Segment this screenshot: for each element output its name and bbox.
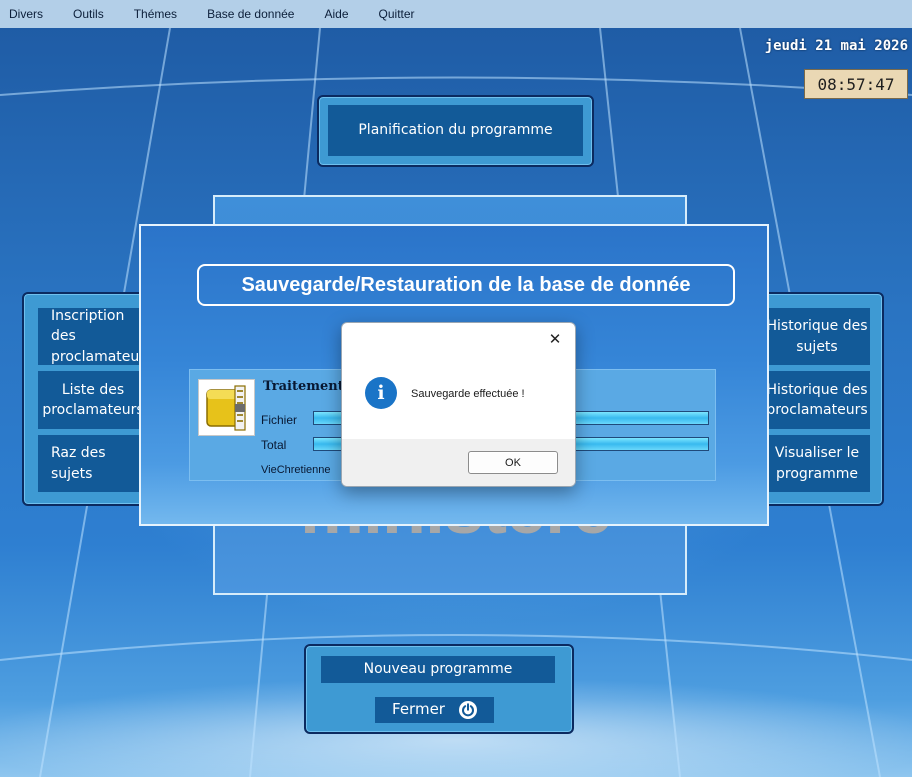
total-progress-label: Total (261, 438, 287, 452)
menu-outils[interactable]: Outils (73, 0, 104, 28)
liste-proclamateurs-button[interactable]: Liste des proclamateurs (38, 371, 148, 429)
database-archive-icon (198, 379, 255, 436)
current-date: jeudi 21 mai 2026 (764, 38, 908, 54)
inscription-proclamateurs-button[interactable]: Inscription des proclamateurs (38, 308, 152, 365)
backup-dialog-title: Sauvegarde/Restauration de la base de do… (197, 264, 735, 306)
file-progress-label: Fichier (261, 413, 298, 427)
menu-base-de-donnee[interactable]: Base de donnée (207, 0, 294, 28)
close-icon[interactable]: ✕ (543, 327, 567, 351)
processing-label: Traitement (263, 379, 344, 394)
menu-quitter[interactable]: Quitter (379, 0, 415, 28)
power-icon (458, 701, 477, 719)
close-button-label: Fermer (392, 700, 445, 719)
message-footer: OK (342, 439, 575, 486)
menu-bar: Divers Outils Thémes Base de donnée Aide… (0, 0, 912, 28)
message-text: Sauvegarde effectuée ! (411, 388, 525, 400)
menu-divers[interactable]: Divers (9, 0, 43, 28)
info-icon: i (365, 377, 397, 409)
current-filename: VieChretienne (261, 464, 331, 476)
message-box: ✕ i Sauvegarde effectuée ! OK (341, 322, 576, 487)
historique-proclamateurs-button[interactable]: Historique des proclamateurs (764, 371, 870, 429)
menu-aide[interactable]: Aide (324, 0, 348, 28)
clock: 08:57:47 (804, 69, 908, 99)
visualiser-programme-button[interactable]: Visualiser le programme (764, 435, 870, 492)
close-button[interactable]: Fermer (375, 697, 494, 723)
planning-button[interactable]: Planification du programme (328, 105, 583, 156)
historique-sujets-button[interactable]: Historique des sujets (764, 308, 870, 365)
menu-themes[interactable]: Thémes (134, 0, 177, 28)
raz-sujets-button[interactable]: Raz des sujets (38, 435, 148, 492)
new-program-button[interactable]: Nouveau programme (321, 656, 555, 683)
ok-button[interactable]: OK (468, 451, 558, 474)
